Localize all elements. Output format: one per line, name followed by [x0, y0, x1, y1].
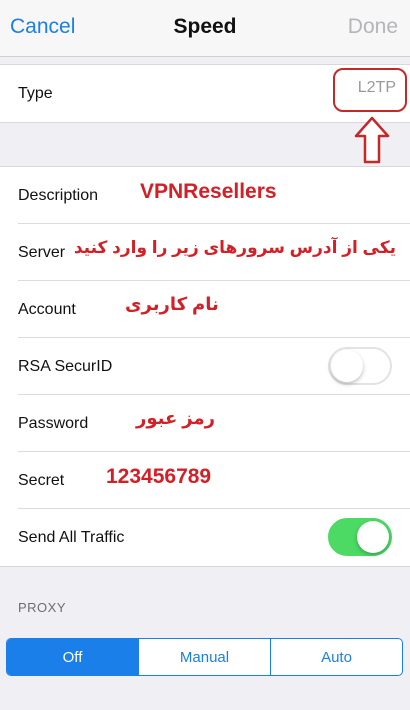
secret-label: Secret: [18, 471, 65, 489]
toggle-knob: [331, 350, 363, 382]
type-highlight-box: [333, 68, 407, 112]
send-all-traffic-label: Send All Traffic: [18, 528, 125, 546]
navigation-bar: Cancel Speed Done: [0, 0, 410, 57]
send-all-traffic-toggle[interactable]: [328, 518, 392, 556]
toggle-knob: [357, 521, 389, 553]
send-all-traffic-row: Send All Traffic: [0, 509, 410, 566]
password-label: Password: [18, 414, 89, 432]
proxy-option-auto[interactable]: Auto: [271, 639, 402, 675]
account-annotation: نام کاربری: [125, 294, 219, 314]
server-annotation: یکی از آدرس سرورهای زیر را وارد کنید: [73, 238, 396, 257]
proxy-option-off[interactable]: Off: [7, 639, 139, 675]
description-label: Description: [18, 186, 99, 204]
arrow-up-icon: [354, 116, 390, 164]
done-button[interactable]: Done: [348, 15, 398, 39]
secret-annotation: 123456789: [106, 465, 212, 488]
secret-row[interactable]: Secret 123456789: [0, 452, 410, 509]
server-label: Server: [18, 243, 66, 261]
rsa-securid-label: RSA SecurID: [18, 357, 113, 375]
description-annotation: VPNResellers: [140, 180, 277, 203]
proxy-option-manual[interactable]: Manual: [139, 639, 271, 675]
type-label: Type: [18, 84, 53, 102]
description-row[interactable]: Description VPNResellers: [0, 167, 410, 224]
vpn-settings-group: Description VPNResellers Server یکی از آ…: [0, 166, 410, 567]
proxy-segmented-control: Off Manual Auto: [6, 638, 403, 676]
password-row[interactable]: Password رمز عبور: [0, 395, 410, 452]
server-row[interactable]: Server یکی از آدرس سرورهای زیر را وارد ک…: [0, 224, 410, 281]
account-label: Account: [18, 300, 76, 318]
proxy-section-header: PROXY: [18, 600, 67, 615]
password-annotation: رمز عبور: [136, 408, 215, 428]
rsa-securid-toggle[interactable]: [328, 347, 392, 385]
account-row[interactable]: Account نام کاربری: [0, 281, 410, 338]
rsa-securid-row: RSA SecurID: [0, 338, 410, 395]
